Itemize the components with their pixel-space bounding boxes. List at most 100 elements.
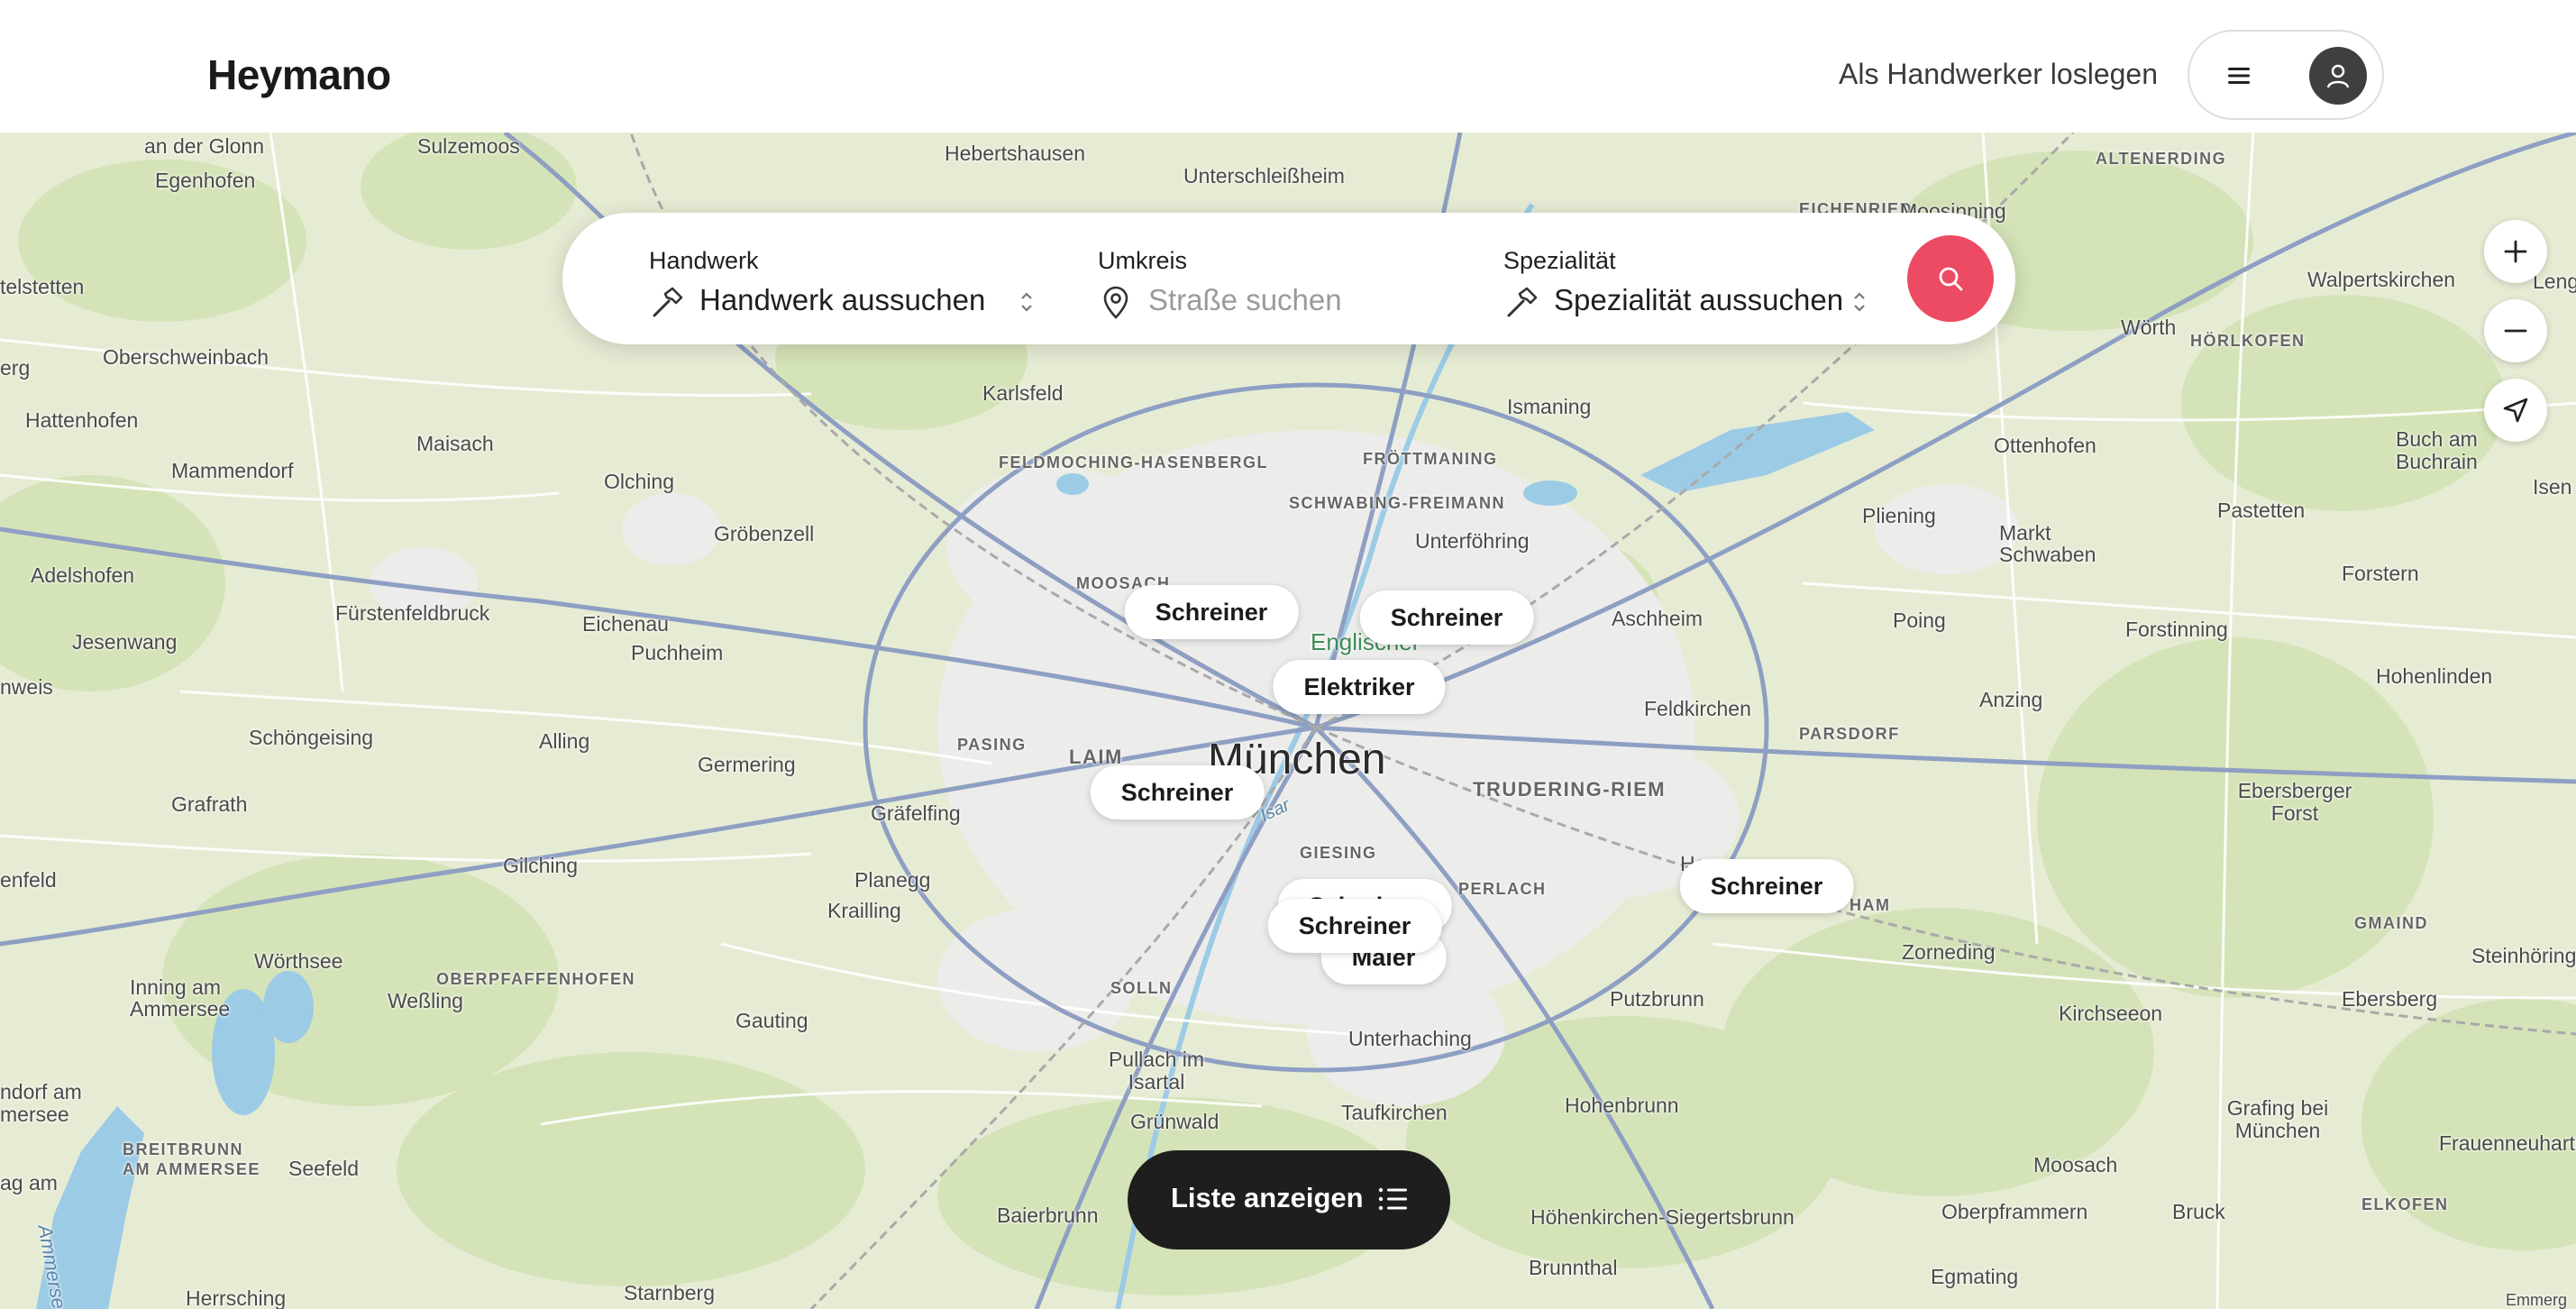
place-label: Eichenau <box>582 612 669 636</box>
trade-select[interactable]: Handwerk Handwerk aussuchen <box>649 213 1032 344</box>
user-icon <box>2326 64 2350 88</box>
place-label: Maisach <box>416 432 494 455</box>
place-label: Frauenneuhartin <box>2439 1131 2576 1155</box>
user-menu-button[interactable] <box>2188 30 2384 120</box>
place-label: Bruck <box>2172 1200 2225 1223</box>
place-label: Brunnthal <box>1529 1256 1618 1279</box>
become-craftsman-link[interactable]: Als Handwerker loslegen <box>1839 58 2158 91</box>
plus-icon <box>2504 240 2527 263</box>
place-label: Ismaning <box>1507 395 1592 418</box>
place-label: Baierbrunn <box>997 1204 1099 1227</box>
place-label: Unterföhring <box>1415 529 1530 553</box>
place-label: Höhenkirchen-Siegertsbrunn <box>1530 1205 1795 1229</box>
place-label: Hohenbrunn <box>1565 1094 1679 1117</box>
place-label: FRÖTTMANING <box>1363 450 1498 468</box>
place-label: telstetten <box>0 275 85 298</box>
place-label: PASING <box>957 736 1027 754</box>
place-label: Taufkirchen <box>1341 1101 1448 1124</box>
map-marker[interactable]: Schreiner <box>1090 765 1265 819</box>
place-label: Emmerg <box>2506 1291 2568 1309</box>
map-marker[interactable]: Elektriker <box>1273 660 1446 714</box>
place-label: Markt Schwaben <box>1999 521 2096 567</box>
place-label: Steinhöring <box>2471 944 2576 967</box>
radius-label: Umkreis <box>1098 247 1187 274</box>
search-button[interactable] <box>1907 235 1994 322</box>
top-header: Heymano Als Handwerker loslegen <box>0 0 2576 133</box>
place-label: Putzbrunn <box>1610 987 1704 1011</box>
location-pin-icon <box>1103 286 1128 319</box>
trade-label: Handwerk <box>649 247 759 274</box>
place-label: Ebersberg <box>2342 987 2438 1011</box>
place-label: GMAIND <box>2354 914 2428 932</box>
map-marker[interactable]: Schreiner <box>1359 590 1534 645</box>
place-label: ALTENERDING <box>2096 150 2227 168</box>
place-label: Inning am Ammersee <box>130 975 231 1021</box>
place-label: Hebertshausen <box>945 142 1085 165</box>
zoom-in-button[interactable] <box>2484 220 2547 283</box>
specialty-select[interactable]: Spezialität Spezialität aussuchen <box>1503 213 1882 344</box>
place-label: Zorneding <box>1902 940 1996 964</box>
place-label: Kirchseeon <box>2059 1002 2163 1025</box>
place-label: Grafrath <box>171 792 248 816</box>
map-marker[interactable]: Schreiner <box>1124 585 1299 639</box>
place-label: Egenhofen <box>155 169 256 192</box>
place-label: Germering <box>698 753 796 776</box>
place-label: Starnberg <box>624 1281 716 1304</box>
minus-icon <box>2504 329 2527 333</box>
place-label: nweis <box>0 675 53 699</box>
place-label: Mammendorf <box>171 459 294 482</box>
place-label: Oberpframmern <box>1941 1200 2088 1223</box>
avatar <box>2309 47 2367 105</box>
place-label: Krailling <box>827 899 901 922</box>
search-bar: Handwerk Handwerk aussuchen Umkreis Stra… <box>562 213 2015 344</box>
radius-input[interactable]: Umkreis Straße suchen <box>1098 213 1422 344</box>
place-label: Lengdorf <box>2533 270 2576 293</box>
radius-placeholder: Straße suchen <box>1148 283 1342 316</box>
place-label: Walpertskirchen <box>2307 268 2456 291</box>
place-label: LAIM <box>1069 746 1123 768</box>
place-label: Wörthsee <box>254 949 343 973</box>
place-label: Buch am Buchrain <box>2396 427 2478 474</box>
place-label: an der Glonn <box>144 134 264 158</box>
place-label: Anzing <box>1979 688 2043 711</box>
trade-value: Handwerk aussuchen <box>699 283 986 316</box>
map-marker[interactable]: Schreiner <box>1679 859 1854 913</box>
place-label: BREITBRUNN AM AMMERSEE <box>123 1140 260 1178</box>
place-label: Ottenhofen <box>1994 434 2096 457</box>
place-label: Aschheim <box>1612 607 1703 630</box>
place-label: SCHWABING-FREIMANN <box>1289 494 1505 512</box>
chevron-updown-icon <box>1854 292 1865 312</box>
list-icon <box>1378 1187 1407 1211</box>
show-list-button[interactable]: Liste anzeigen <box>1128 1150 1450 1250</box>
place-label: OBERPFAFFENHOFEN <box>436 970 636 988</box>
place-label: Wörth <box>2121 316 2177 339</box>
place-label: Feldkirchen <box>1644 697 1751 720</box>
navigation-arrow-icon <box>2503 398 2528 423</box>
place-label: Adelshofen <box>31 563 135 587</box>
place-label: Isen <box>2533 475 2572 499</box>
place-label: TRUDERING-RIEM <box>1473 778 1667 801</box>
zoom-out-button[interactable] <box>2484 299 2547 362</box>
brand-logo[interactable]: Heymano <box>207 50 391 99</box>
place-label: Weßling <box>388 989 463 1012</box>
show-list-label: Liste anzeigen <box>1171 1182 1364 1213</box>
map-marker[interactable]: Schreiner <box>1267 899 1442 953</box>
place-label: Pastetten <box>2217 499 2306 522</box>
locate-me-button[interactable] <box>2484 379 2547 442</box>
place-label: Forstinning <box>2125 618 2228 641</box>
place-label: Ebersberger Forst <box>2237 779 2352 826</box>
place-label: Herrsching <box>186 1286 287 1309</box>
place-label: Planegg <box>854 868 931 892</box>
place-label: Alling <box>539 729 590 753</box>
place-label: SOLLN <box>1110 979 1173 997</box>
place-label: Schöngeising <box>249 726 374 749</box>
hamburger-menu-icon <box>2228 68 2250 84</box>
place-label: ELKOFEN <box>2361 1195 2449 1213</box>
place-label: HAM <box>1850 896 1891 914</box>
place-label: Gräfelfing <box>871 801 961 825</box>
place-label: Grafing bei München <box>2226 1096 2329 1143</box>
place-label: Hattenhofen <box>25 408 139 432</box>
place-label: PARSDORF <box>1799 725 1900 743</box>
place-label: PERLACH <box>1458 880 1547 898</box>
place-label: Jesenwang <box>72 630 178 654</box>
